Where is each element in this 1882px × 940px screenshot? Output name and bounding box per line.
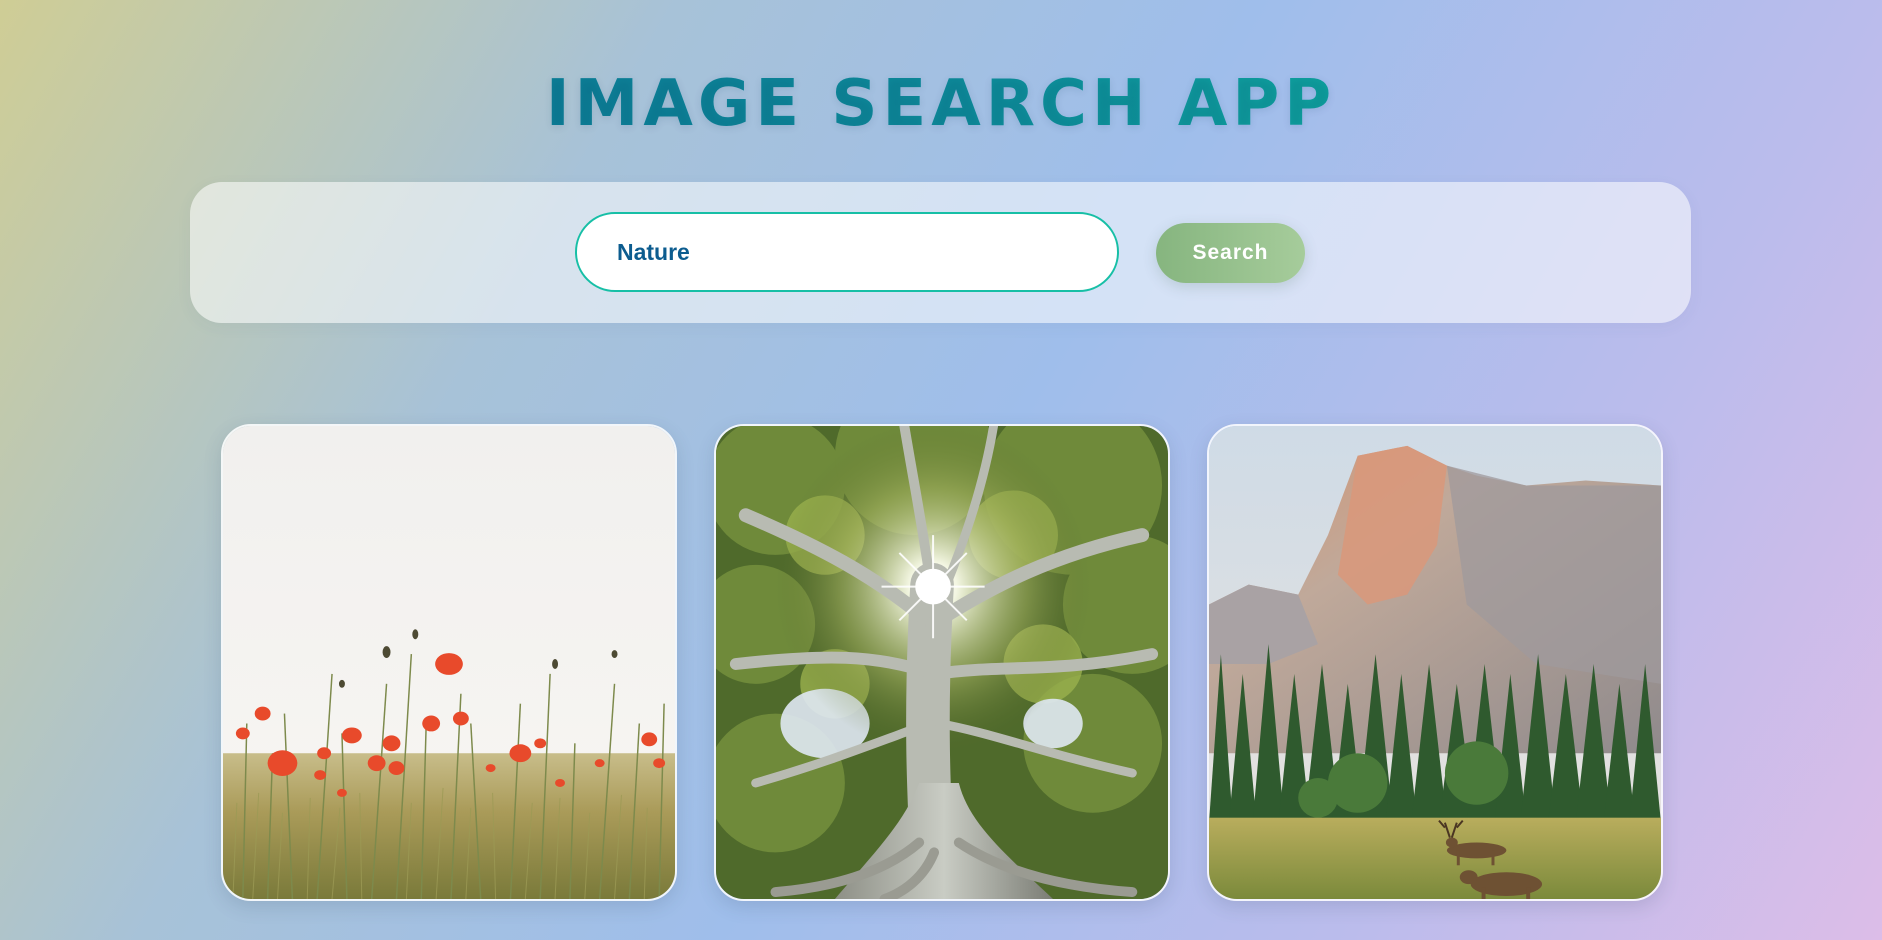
search-button[interactable]: Search — [1156, 223, 1305, 283]
page-title: IMAGE SEARCH APP — [0, 64, 1882, 144]
mountain-image — [1209, 426, 1661, 899]
result-image-card[interactable] — [1207, 424, 1663, 901]
search-input[interactable] — [575, 212, 1119, 292]
poppy-field-image — [223, 426, 675, 899]
result-image-card[interactable] — [221, 424, 677, 901]
tree-image — [716, 426, 1168, 899]
result-image-card[interactable] — [714, 424, 1170, 901]
